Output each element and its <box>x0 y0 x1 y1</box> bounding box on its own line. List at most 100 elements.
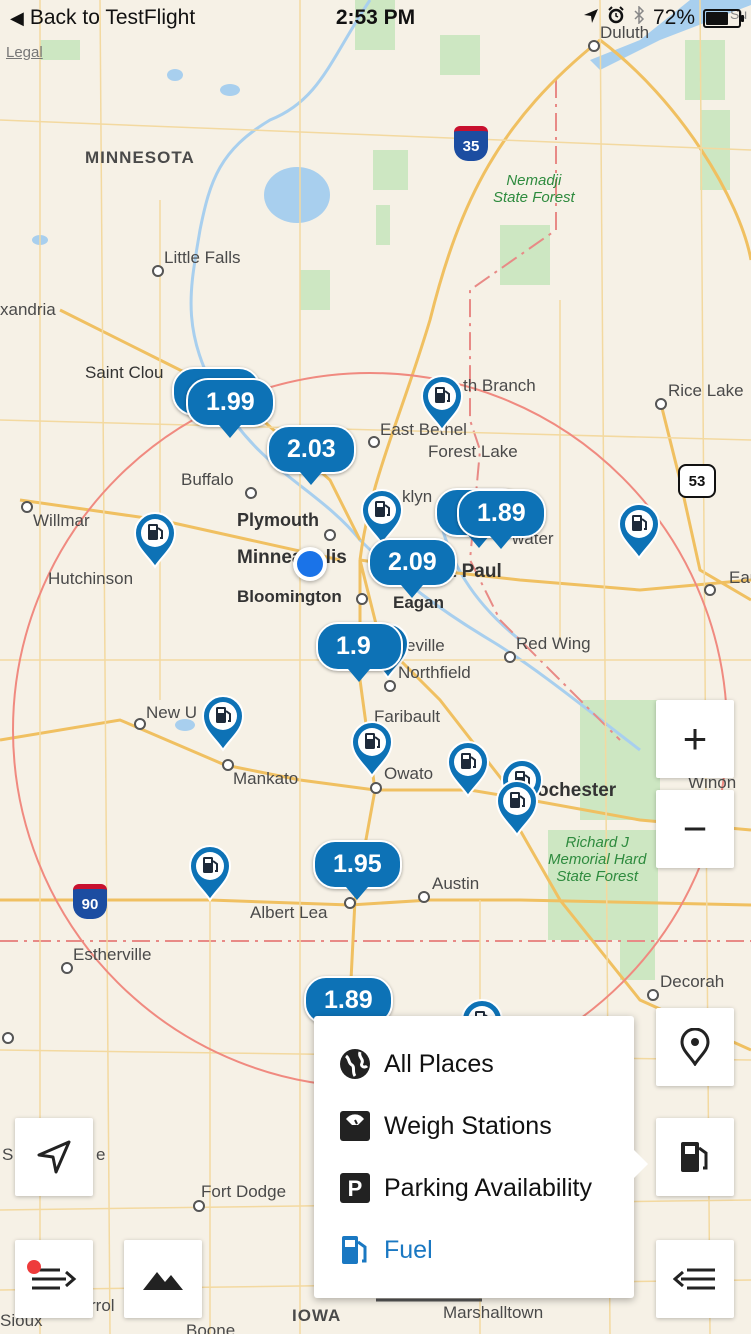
list-button[interactable] <box>656 1240 734 1318</box>
city-label-albert-lea: Albert Lea <box>250 903 328 922</box>
fuel-station-pin[interactable] <box>188 844 232 902</box>
city-label-brooklyn: klyn <box>402 487 433 506</box>
terrain-button[interactable] <box>124 1240 202 1318</box>
minus-icon: − <box>682 805 708 852</box>
fuel-price-value: 1.95 <box>313 840 402 889</box>
city-dot <box>193 1200 205 1212</box>
fuel-station-pin[interactable] <box>133 511 177 569</box>
status-bar: ◀ Back to TestFlight 2:53 PM 72% <box>0 0 751 40</box>
zoom-in-button[interactable]: + <box>656 700 734 778</box>
menu-button[interactable] <box>15 1240 93 1318</box>
legal-link[interactable]: Legal <box>6 44 43 61</box>
city-label-little-falls: Little Falls <box>164 248 241 267</box>
fuel-price-marker[interactable]: 2.03 <box>267 425 356 485</box>
fuel-price-value: 1.89 <box>457 489 546 538</box>
city-label-mankato: Mankato <box>233 769 299 788</box>
city-dot <box>134 718 146 730</box>
fuel-station-pin[interactable] <box>495 779 539 837</box>
fuel-price-marker[interactable]: 1.9 <box>316 622 403 682</box>
state-label-minnesota: MINNESOTA <box>85 148 195 167</box>
us-53-shield: 53 <box>678 464 716 498</box>
city-label-marshalltown: Marshalltown <box>443 1303 544 1322</box>
plus-icon: + <box>682 715 708 762</box>
city-dot <box>588 40 600 52</box>
city-dot <box>504 651 516 663</box>
city-label-rochester: ochester <box>537 780 617 801</box>
zoom-out-button[interactable]: − <box>656 790 734 868</box>
city-label-bloomington: Bloomington <box>237 587 342 606</box>
notification-dot <box>27 1260 41 1274</box>
city-dot <box>324 529 336 541</box>
city-dot <box>370 782 382 794</box>
city-label-spencer: S <box>2 1145 14 1164</box>
fuel-station-pin[interactable] <box>617 502 661 560</box>
alarm-icon <box>607 6 625 30</box>
city-label-spencer-tail: e <box>96 1145 106 1164</box>
menu-item-label: Fuel <box>384 1235 433 1264</box>
fuel-station-pin[interactable] <box>350 720 394 778</box>
fuel-price-value: 1.99 <box>186 378 275 427</box>
city-dot <box>245 487 257 499</box>
bluetooth-icon <box>633 5 645 30</box>
city-label-carroll: rrol <box>90 1296 115 1315</box>
fuel-price-marker[interactable]: 2.09 <box>368 538 457 598</box>
city-dot <box>418 891 430 903</box>
menu-item-label: All Places <box>384 1049 494 1078</box>
fuel-station-pin[interactable] <box>201 694 245 752</box>
recenter-location-button[interactable] <box>15 1118 93 1196</box>
city-label-willmar: Willmar <box>33 511 90 530</box>
city-label-new-ulm: New U <box>146 703 198 722</box>
city-dot <box>655 398 667 410</box>
menu-item-weigh-stations[interactable]: Weigh Stations <box>338 1106 552 1146</box>
city-label-buffalo: Buffalo <box>181 470 234 489</box>
menu-item-parking-availability[interactable]: P Parking Availability <box>338 1168 592 1208</box>
city-dot <box>61 962 73 974</box>
city-label-decorah: Decorah <box>660 972 725 991</box>
fuel-price-value: 2.03 <box>267 425 356 474</box>
city-dot <box>704 584 716 596</box>
menu-item-fuel[interactable]: Fuel <box>338 1230 433 1270</box>
city-dot <box>356 593 368 605</box>
fuel-price-marker[interactable]: 1.89 <box>457 489 546 549</box>
fuel-station-pin[interactable] <box>420 374 464 432</box>
map-pin-icon <box>680 1028 710 1066</box>
city-label-rice-lake: Rice Lake <box>668 381 744 400</box>
park-label-nemadji: Nemadji State Forest <box>493 172 575 206</box>
city-label-alexandria: xandria <box>0 300 56 319</box>
user-location-marker <box>293 547 327 581</box>
menu-item-label: Parking Availability <box>384 1173 592 1202</box>
svg-text:P: P <box>348 1176 363 1201</box>
city-label-estherville: Estherville <box>73 945 152 964</box>
places-button[interactable] <box>656 1008 734 1086</box>
park-label-richard-dorer: Richard J Memorial Hard State Forest <box>548 834 647 885</box>
navigation-arrow-icon <box>37 1140 71 1174</box>
battery-percent: 72% <box>652 6 695 29</box>
city-label-red-wing: Red Wing <box>516 634 591 653</box>
fuel-price-marker[interactable]: 1.99 <box>186 378 275 438</box>
fuel-pump-icon <box>681 1142 708 1172</box>
city-label-austin: Austin <box>432 874 480 893</box>
interstate-90-shield: 90 <box>73 884 107 919</box>
city-dot <box>647 989 659 1001</box>
parking-icon: P <box>338 1171 372 1205</box>
city-label-lakeville: eville <box>406 636 445 655</box>
fuel-icon <box>338 1233 372 1267</box>
scale-icon <box>338 1109 372 1143</box>
fuel-price-value: 1.9 <box>316 622 403 671</box>
city-label-boone: Boone <box>186 1321 236 1334</box>
city-label-north-branch: th Branch <box>463 376 536 395</box>
city-label-forest-lake: Forest Lake <box>428 442 518 461</box>
state-label-iowa: IOWA <box>292 1306 342 1325</box>
fuel-price-marker[interactable]: 1.95 <box>313 840 402 900</box>
city-label-eau-claire: Eau <box>729 568 751 587</box>
interstate-35-shield: 35 <box>454 126 488 161</box>
location-arrow-icon <box>583 6 599 30</box>
menu-item-all-places[interactable]: All Places <box>338 1044 494 1084</box>
fuel-station-pin[interactable] <box>446 740 490 798</box>
city-label-hutchinson: Hutchinson <box>48 569 134 588</box>
list-arrow-icon <box>673 1268 715 1290</box>
globe-icon <box>338 1047 372 1081</box>
city-label-minneapolis: Minneapolis <box>237 547 347 568</box>
city-dot <box>222 759 234 771</box>
fuel-filter-button[interactable] <box>656 1118 734 1196</box>
